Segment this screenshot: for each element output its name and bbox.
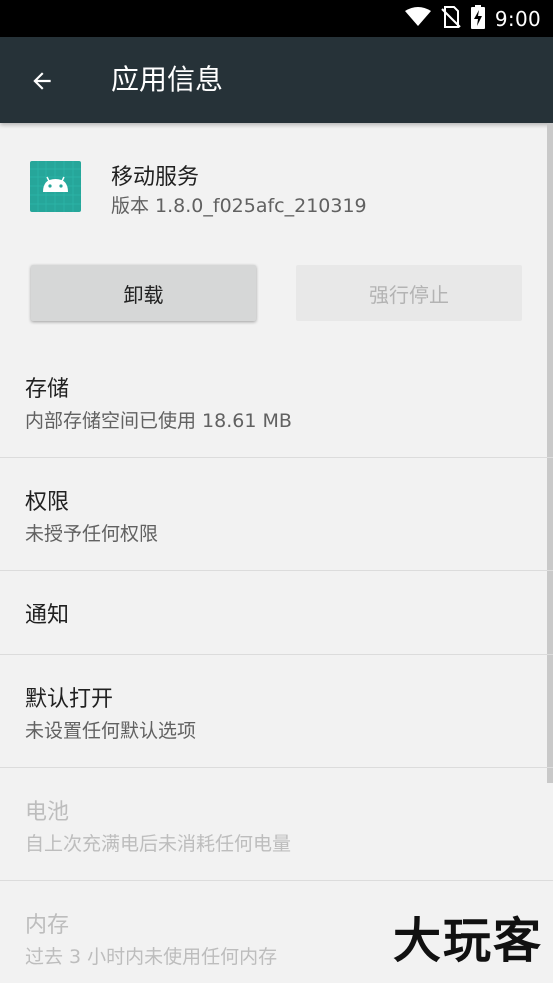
battery-charging-icon [470,4,485,33]
settings-item-notifications[interactable]: 通知 [0,571,553,654]
arrow-back-icon [33,72,51,90]
app-bar: 应用信息 [0,37,553,123]
settings-item-open-by-default[interactable]: 默认打开 未设置任何默认选项 [0,655,553,767]
settings-item-title: 内存 [25,913,70,938]
settings-item-title: 存储 [25,377,70,402]
settings-item-title: 通知 [25,603,70,628]
app-version: 版本 1.8.0_f025afc_210319 [111,195,367,217]
app-header: 移动服务 版本 1.8.0_f025afc_210319 [0,123,553,243]
settings-item-title: 权限 [25,490,70,515]
android-icon [30,161,81,212]
back-button[interactable] [20,59,64,103]
settings-item-summary: 未设置任何默认选项 [25,720,197,742]
settings-item-title: 电池 [25,800,70,825]
settings-item-storage[interactable]: 存储 内部存储空间已使用 18.61 MB [0,345,553,457]
uninstall-button[interactable]: 卸载 [31,265,256,321]
page-title: 应用信息 [111,63,224,96]
wifi-icon [404,6,431,31]
settings-item-summary: 自上次充满电后未消耗任何电量 [25,833,292,855]
status-time: 9:00 [494,6,541,31]
watermark-logo: 大玩客 [392,913,543,969]
no-sim-icon [441,5,461,32]
settings-item-summary: 过去 3 小时内未使用任何内存 [25,946,278,968]
settings-item-battery: 电池 自上次充满电后未消耗任何电量 [0,768,553,880]
app-name: 移动服务 [111,165,200,190]
settings-item-summary: 未授予任何权限 [25,523,159,545]
status-bar: 9:00 [0,0,553,37]
force-stop-button[interactable]: 强行停止 [296,265,522,321]
settings-item-summary: 内部存储空间已使用 18.61 MB [25,410,292,432]
settings-item-title: 默认打开 [25,687,114,712]
status-icons: 9:00 [404,0,541,37]
settings-item-permissions[interactable]: 权限 未授予任何权限 [0,458,553,570]
